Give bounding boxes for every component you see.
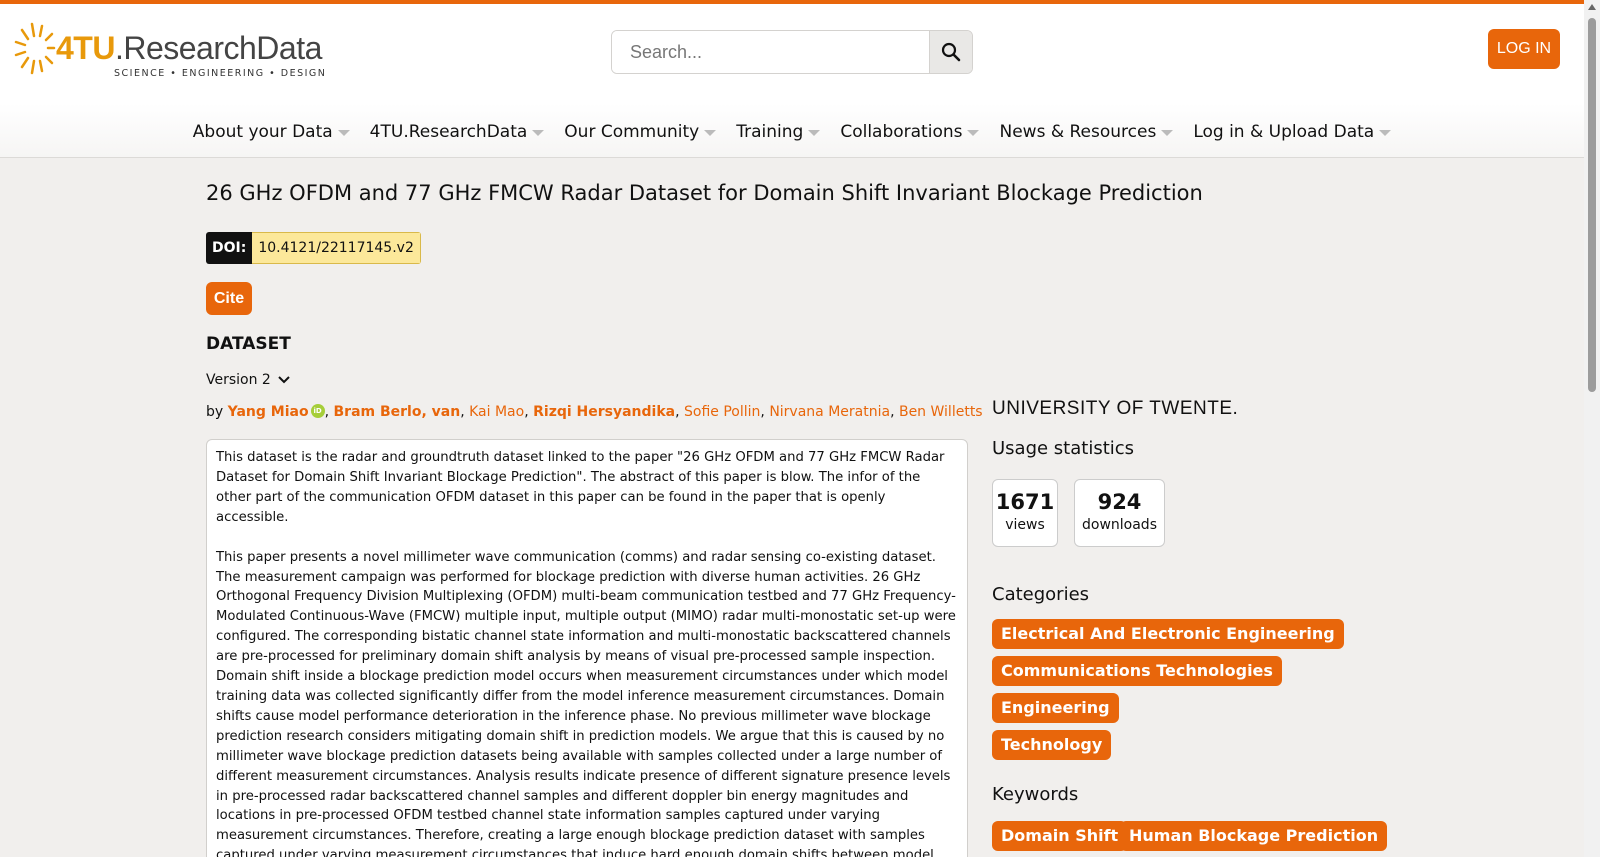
nav-login-upload[interactable]: Log in & Upload Data <box>1193 116 1392 148</box>
caret-down-icon <box>337 130 350 136</box>
author-link[interactable]: Kai Mao <box>469 404 524 420</box>
doi-badge[interactable]: DOI: 10.4121/22117145.v2 <box>206 232 421 264</box>
author-link[interactable]: Ben Willetts <box>899 404 983 420</box>
views-count: 1671 <box>995 490 1055 514</box>
version-selector[interactable]: Version 2 <box>206 372 291 388</box>
chevron-down-icon <box>278 376 290 384</box>
nav-about-your-data[interactable]: About your Data <box>193 116 350 148</box>
category-tag[interactable]: Technology <box>992 730 1112 760</box>
logo-wordmark-accent: 4TU <box>56 30 115 66</box>
login-button[interactable]: LOG IN <box>1488 29 1560 69</box>
author-link[interactable]: Nirvana Meratnia <box>769 404 890 420</box>
logo-tagline: SCIENCE • ENGINEERING • DESIGN <box>114 68 327 79</box>
caret-down-icon <box>704 130 717 136</box>
caret-down-icon <box>532 130 545 136</box>
search-input[interactable] <box>612 31 932 73</box>
description-paragraph: This paper presents a novel millimeter w… <box>216 549 956 857</box>
views-label: views <box>1005 517 1045 533</box>
item-type-label: DATASET <box>206 334 291 354</box>
metadata-sidebar: UNIVERSITY OF TWENTE. Usage statistics 1… <box>992 160 1388 857</box>
site-logo[interactable]: 4TU.ResearchData SCIENCE • ENGINEERING •… <box>14 18 325 84</box>
nav-collaborations[interactable]: Collaborations <box>840 116 980 148</box>
category-tag[interactable]: Communications Technologies <box>992 656 1282 686</box>
nav-news-resources[interactable]: News & Resources <box>999 116 1174 148</box>
usage-statistics-heading: Usage statistics <box>992 438 1135 459</box>
page-scrollbar[interactable] <box>1584 0 1600 857</box>
logo-wordmark: 4TU.ResearchData <box>56 30 322 67</box>
cite-button[interactable]: Cite <box>206 282 252 315</box>
author-list: by Yang Miao iD, Bram Berlo, van, Kai Mao… <box>206 404 983 420</box>
search-button[interactable] <box>929 31 972 73</box>
version-label: Version 2 <box>206 372 271 388</box>
dataset-description: This dataset is the radar and groundtrut… <box>206 439 968 857</box>
downloads-count: 924 <box>1097 490 1142 514</box>
main-navigation: About your Data 4TU.ResearchData Our Com… <box>0 116 1584 148</box>
downloads-label: downloads <box>1082 517 1157 533</box>
doi-label: DOI: <box>206 232 253 264</box>
views-stat: 1671 views <box>992 479 1058 547</box>
keyword-tag[interactable]: Domain Shift <box>992 821 1128 851</box>
category-tag[interactable]: Engineering <box>992 693 1119 723</box>
nav-label: Training <box>736 122 804 142</box>
nav-4tu-researchdata[interactable]: 4TU.ResearchData <box>370 116 545 148</box>
orcid-icon[interactable]: iD <box>310 404 325 418</box>
nav-label: News & Resources <box>999 122 1157 142</box>
scrollbar-thumb[interactable] <box>1588 18 1596 392</box>
by-label: by <box>206 404 224 420</box>
caret-down-icon <box>967 130 980 136</box>
logo-wordmark-rest: .ResearchData <box>114 30 322 66</box>
doi-value[interactable]: 10.4121/22117145.v2 <box>252 232 421 264</box>
search-box <box>611 30 973 74</box>
keyword-tag[interactable]: Human Blockage Prediction <box>1120 821 1388 851</box>
scroll-up-arrow-icon[interactable] <box>1588 4 1596 10</box>
category-tag[interactable]: Electrical And Electronic Engineering <box>992 619 1344 649</box>
nav-label: 4TU.ResearchData <box>369 122 528 142</box>
keywords-heading: Keywords <box>992 784 1079 805</box>
nav-training[interactable]: Training <box>736 116 821 148</box>
caret-down-icon <box>1161 130 1174 136</box>
site-header: 4TU.ResearchData SCIENCE • ENGINEERING •… <box>0 4 1584 158</box>
nav-our-community[interactable]: Our Community <box>564 116 717 148</box>
dataset-page: 26 GHz OFDM and 77 GHz FMCW Radar Datase… <box>206 160 1388 857</box>
sunburst-logo-icon <box>14 22 56 75</box>
nav-label: Collaborations <box>840 122 963 142</box>
search-icon <box>941 42 961 62</box>
description-paragraph: This dataset is the radar and groundtrut… <box>216 450 945 525</box>
nav-label: Log in & Upload Data <box>1193 122 1375 142</box>
author-link[interactable]: Bram Berlo, van <box>334 404 461 420</box>
caret-down-icon <box>808 130 821 136</box>
institution-logo[interactable]: UNIVERSITY OF TWENTE. <box>992 398 1238 420</box>
nav-label: About your Data <box>192 122 333 142</box>
downloads-stat: 924 downloads <box>1074 479 1165 547</box>
categories-heading: Categories <box>992 584 1090 605</box>
author-link[interactable]: Yang Miao <box>228 404 309 420</box>
author-link[interactable]: Rizqi Hersyandika <box>533 404 675 420</box>
nav-label: Our Community <box>564 122 700 142</box>
author-link[interactable]: Sofie Pollin <box>684 404 760 420</box>
caret-down-icon <box>1379 130 1392 136</box>
